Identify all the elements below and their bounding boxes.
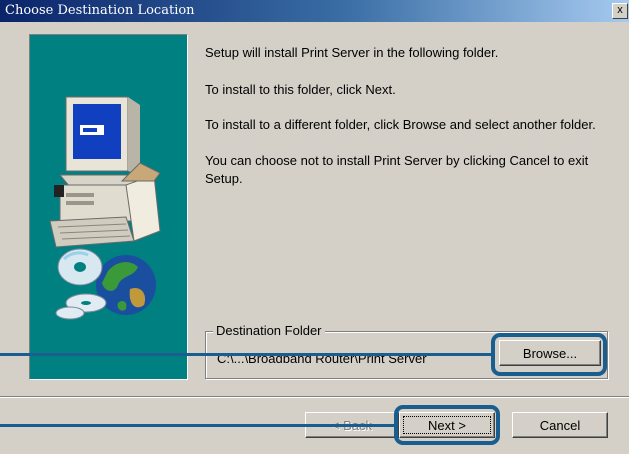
cancel-instruction-line-1: You can choose not to install Print Serv…	[205, 153, 589, 168]
destination-folder-label: Destination Folder	[213, 323, 325, 338]
cancel-instruction: You can choose not to install Print Serv…	[205, 152, 588, 188]
setup-dialog: Choose Destination Location x Setup will…	[0, 0, 629, 454]
browse-highlight-box	[491, 333, 607, 376]
next-highlight-box	[394, 405, 500, 445]
window-title: Choose Destination Location	[5, 3, 195, 18]
title-bar: Choose Destination Location x	[0, 0, 629, 22]
browse-instruction: To install to a different folder, click …	[205, 117, 596, 132]
next-instruction: To install to this folder, click Next.	[205, 82, 396, 97]
button-separator	[0, 396, 629, 398]
computer-globe-cd-icon	[49, 96, 161, 320]
next-callout-line	[0, 424, 394, 427]
close-icon[interactable]: x	[612, 3, 628, 19]
cancel-button[interactable]: Cancel	[512, 412, 608, 438]
browse-callout-line	[0, 353, 491, 356]
cancel-instruction-line-2: Setup.	[205, 171, 243, 186]
setup-illustration-panel	[29, 34, 188, 380]
install-folder-message: Setup will install Print Server in the f…	[205, 45, 499, 60]
